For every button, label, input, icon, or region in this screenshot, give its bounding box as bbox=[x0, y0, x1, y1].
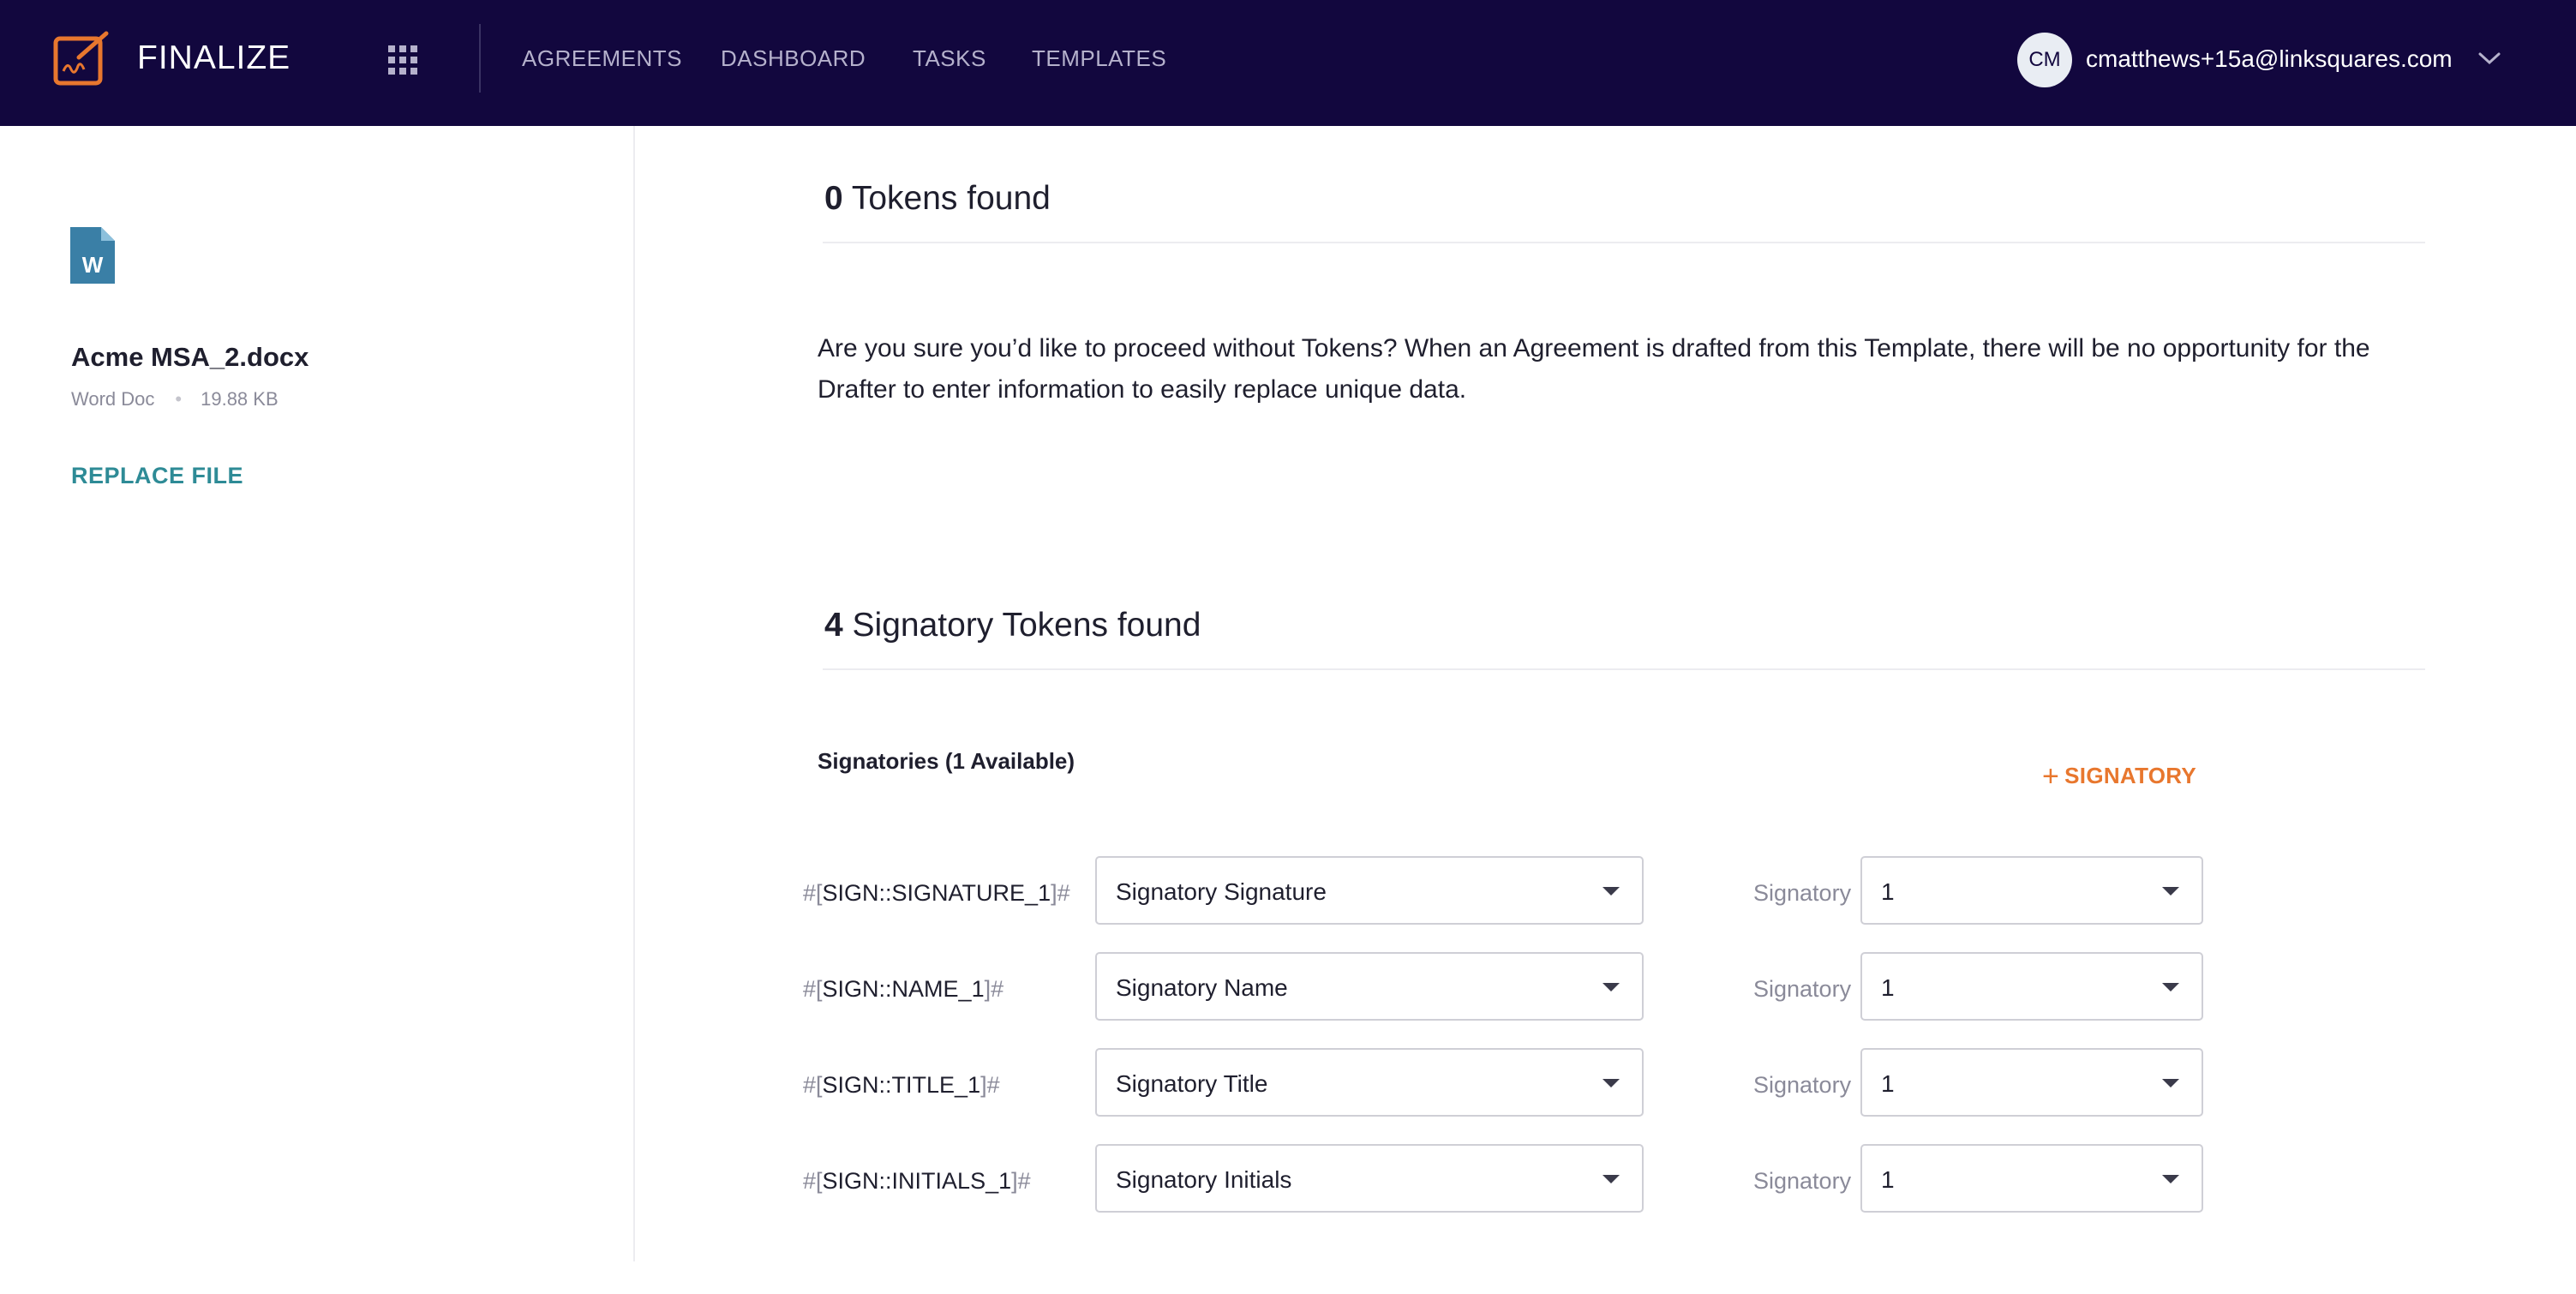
token-type-select[interactable]: Signatory Signature bbox=[1095, 856, 1644, 925]
signatory-tokens-count: 4 bbox=[824, 607, 843, 644]
tokens-count: 0 bbox=[824, 180, 843, 217]
signatory-number-select[interactable]: 1 bbox=[1860, 1048, 2203, 1117]
token-prefix: #[ bbox=[803, 1168, 823, 1194]
nav-dashboard[interactable]: DASHBOARD bbox=[721, 45, 866, 72]
signatory-number-select[interactable]: 1 bbox=[1860, 952, 2203, 1021]
signatory-number-select[interactable]: 1 bbox=[1860, 1144, 2203, 1213]
token-name: SIGN::TITLE_1 bbox=[822, 1072, 981, 1098]
token-suffix: ]# bbox=[1051, 880, 1070, 906]
nav-divider bbox=[479, 24, 481, 93]
token-suffix: ]# bbox=[984, 976, 1004, 1002]
token-type-value: Signatory Initials bbox=[1116, 1166, 1292, 1193]
token-label: #[SIGN::NAME_1]# bbox=[803, 976, 1003, 1003]
token-type-select[interactable]: Signatory Initials bbox=[1095, 1144, 1644, 1213]
caret-down-icon bbox=[2162, 887, 2179, 896]
signatory-number-select[interactable]: 1 bbox=[1860, 856, 2203, 925]
file-type: Word Doc bbox=[71, 388, 155, 410]
token-label: #[SIGN::TITLE_1]# bbox=[803, 1072, 1000, 1099]
caret-down-icon bbox=[1603, 1079, 1620, 1087]
caret-down-icon bbox=[2162, 1175, 2179, 1183]
svg-text:W: W bbox=[82, 252, 104, 278]
signatory-number-value: 1 bbox=[1881, 1070, 1895, 1097]
caret-down-icon bbox=[1603, 983, 1620, 991]
tokens-title: Tokens found bbox=[851, 180, 1051, 217]
signatory-number-value: 1 bbox=[1881, 1166, 1895, 1193]
signatory-number-value: 1 bbox=[1881, 974, 1895, 1001]
token-type-select[interactable]: Signatory Name bbox=[1095, 952, 1644, 1021]
file-size: 19.88 KB bbox=[201, 388, 279, 410]
signatories-available-label: Signatories (1 Available) bbox=[818, 748, 1075, 774]
caret-down-icon bbox=[1603, 887, 1620, 896]
token-suffix: ]# bbox=[1011, 1168, 1031, 1194]
token-type-select[interactable]: Signatory Title bbox=[1095, 1048, 1644, 1117]
top-nav-bar: FINALIZE AGREEMENTS DASHBOARD TASKS TEMP… bbox=[0, 0, 2576, 126]
tokens-found-heading: 0 Tokens found bbox=[824, 180, 1051, 218]
nav-templates[interactable]: TEMPLATES bbox=[1032, 45, 1166, 72]
token-label: #[SIGN::SIGNATURE_1]# bbox=[803, 880, 1070, 907]
section-divider bbox=[823, 668, 2425, 670]
token-type-value: Signatory Signature bbox=[1116, 878, 1327, 905]
apps-grid-icon[interactable] bbox=[387, 45, 418, 75]
nav-tasks[interactable]: TASKS bbox=[913, 45, 986, 72]
plus-icon: + bbox=[2042, 760, 2060, 793]
file-meta: Word Doc • 19.88 KB bbox=[71, 388, 279, 410]
nav-agreements[interactable]: AGREEMENTS bbox=[522, 45, 682, 72]
caret-down-icon bbox=[2162, 983, 2179, 991]
signatory-label: Signatory bbox=[1753, 880, 1852, 906]
token-prefix: #[ bbox=[803, 880, 823, 906]
brand-name: FINALIZE bbox=[137, 39, 291, 76]
signatory-number-value: 1 bbox=[1881, 878, 1895, 905]
signatory-tokens-title: Signatory Tokens found bbox=[852, 607, 1201, 644]
signatory-label: Signatory bbox=[1753, 976, 1852, 1002]
word-document-icon: W bbox=[70, 227, 115, 284]
token-type-value: Signatory Title bbox=[1116, 1070, 1268, 1097]
caret-down-icon bbox=[2162, 1079, 2179, 1087]
token-label: #[SIGN::INITIALS_1]# bbox=[803, 1168, 1031, 1195]
token-name: SIGN::SIGNATURE_1 bbox=[822, 880, 1051, 906]
user-avatar[interactable]: CM bbox=[2017, 33, 2072, 87]
signatory-label: Signatory bbox=[1753, 1072, 1852, 1098]
file-name: Acme MSA_2.docx bbox=[71, 342, 309, 372]
add-signatory-label: SIGNATORY bbox=[2064, 763, 2197, 788]
add-signatory-button[interactable]: + SIGNATORY bbox=[2042, 760, 2196, 794]
user-email[interactable]: cmatthews+15a@linksquares.com bbox=[2086, 45, 2453, 73]
token-prefix: #[ bbox=[803, 1072, 823, 1098]
token-suffix: ]# bbox=[980, 1072, 1000, 1098]
chevron-down-icon[interactable] bbox=[2477, 48, 2502, 69]
caret-down-icon bbox=[1603, 1175, 1620, 1183]
no-tokens-warning: Are you sure you’d like to proceed witho… bbox=[818, 334, 2370, 404]
signatory-tokens-heading: 4 Signatory Tokens found bbox=[824, 607, 1201, 644]
token-name: SIGN::INITIALS_1 bbox=[822, 1168, 1012, 1194]
separator-dot: • bbox=[175, 388, 183, 410]
token-prefix: #[ bbox=[803, 976, 823, 1002]
finalize-logo-icon[interactable] bbox=[53, 30, 111, 87]
section-divider bbox=[823, 242, 2425, 243]
file-sidebar: W Acme MSA_2.docx Word Doc • 19.88 KB REPL… bbox=[0, 126, 635, 1261]
signatory-label: Signatory bbox=[1753, 1168, 1852, 1194]
token-type-value: Signatory Name bbox=[1116, 974, 1288, 1001]
replace-file-button[interactable]: REPLACE FILE bbox=[71, 463, 243, 489]
token-name: SIGN::NAME_1 bbox=[822, 976, 985, 1002]
